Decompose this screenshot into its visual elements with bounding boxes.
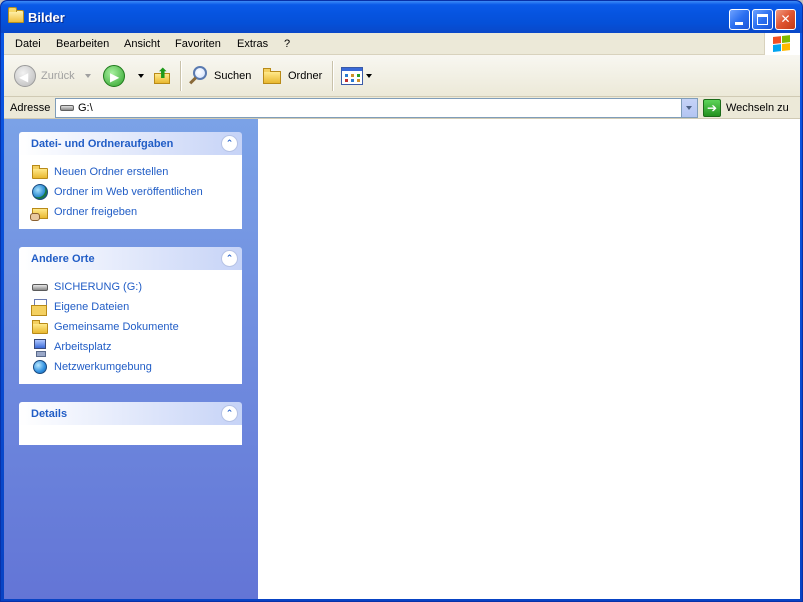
group-header[interactable]: Details ⌃ [19,402,242,425]
place-shared-documents[interactable]: Gemeinsame Dokumente [20,317,241,337]
maximize-icon [757,14,768,25]
task-label: SICHERUNG (G:) [54,281,142,293]
file-list-area[interactable] [258,119,800,599]
my-documents-icon [31,299,48,316]
search-icon [188,65,210,87]
address-input[interactable]: G:\ [55,98,698,118]
maximize-button[interactable] [752,9,773,30]
group-title: Datei- und Ordneraufgaben [31,138,174,150]
place-sicherung-drive[interactable]: SICHERUNG (G:) [20,277,241,297]
close-button[interactable]: ✕ [775,9,796,30]
menu-bar: Datei Bearbeiten Ansicht Favoriten Extra… [4,33,800,55]
views-dropdown-icon[interactable] [366,74,372,78]
place-my-documents[interactable]: Eigene Dateien [20,297,241,317]
share-folder-icon [30,204,48,221]
back-label: Zurück [41,70,75,82]
folder-icon [32,319,48,335]
toolbar: ◀ Zurück ▶ ⬆ Suchen Ordner [4,55,800,97]
menu-bearbeiten[interactable]: Bearbeiten [56,38,109,50]
place-my-computer[interactable]: Arbeitsplatz [20,337,241,357]
globe-icon [32,184,48,200]
search-button[interactable]: Suchen [188,64,251,88]
address-dropdown-button[interactable] [681,99,697,117]
minimize-button[interactable] [729,9,750,30]
folders-button[interactable]: Ordner [261,64,322,88]
group-body: SICHERUNG (G:) Eigene Dateien Gemeinsame… [19,270,242,384]
collapse-icon[interactable]: ⌃ [221,405,238,422]
group-title: Details [31,408,68,420]
minimize-icon [735,22,743,25]
new-folder-icon [32,164,48,180]
search-label: Suchen [214,70,252,82]
network-icon [32,359,48,375]
address-label: Adresse [10,102,51,114]
menu-datei[interactable]: Datei [15,38,41,50]
task-label: Arbeitsplatz [54,341,112,353]
other-places-group: Andere Orte ⌃ SICHERUNG (G:) Eigene Date… [19,247,242,384]
back-dropdown-icon[interactable] [84,74,91,78]
content-area: Datei- und Ordneraufgaben ⌃ Neuen Ordner… [4,119,800,599]
windows-flag-icon [773,35,791,53]
folder-up-icon: ⬆ [152,65,172,86]
title-bar[interactable]: Bilder ✕ [1,1,802,33]
close-icon: ✕ [780,12,791,26]
go-button[interactable]: ➔ Wechseln zu [703,98,789,118]
task-publish-web[interactable]: Ordner im Web veröffentlichen [20,182,241,202]
folder-icon [8,7,24,23]
file-folder-tasks-group: Datei- und Ordneraufgaben ⌃ Neuen Ordner… [19,132,242,229]
forward-dropdown-icon[interactable] [138,74,144,78]
window-title: Bilder [28,10,65,25]
drive-icon [60,105,74,111]
details-group: Details ⌃ [19,402,242,445]
folders-label: Ordner [288,70,323,82]
task-label: Gemeinsame Dokumente [54,321,179,333]
forward-button[interactable]: ▶ [103,64,144,88]
group-header[interactable]: Andere Orte ⌃ [19,247,242,270]
menu-help[interactable]: ? [284,38,290,50]
back-arrow-icon: ◀ [14,65,36,87]
task-label: Eigene Dateien [54,301,130,313]
toolbar-separator [332,61,333,91]
toolbar-separator [180,61,181,91]
forward-arrow-icon: ▶ [103,65,125,87]
collapse-icon[interactable]: ⌃ [221,250,238,267]
windows-logo [764,33,800,55]
menu-extras[interactable]: Extras [237,38,268,50]
menu-ansicht[interactable]: Ansicht [124,38,160,50]
chevron-down-icon [686,106,692,110]
views-icon [341,67,363,85]
back-button[interactable]: ◀ Zurück [14,64,91,88]
group-body: Neuen Ordner erstellen Ordner im Web ver… [19,155,242,229]
task-new-folder[interactable]: Neuen Ordner erstellen [20,162,241,182]
folders-icon [261,65,283,87]
up-button[interactable]: ⬆ [152,64,172,88]
task-label: Neuen Ordner erstellen [54,166,169,178]
address-bar: Adresse G:\ ➔ Wechseln zu [4,97,800,119]
group-body [19,425,242,445]
address-value: G:\ [78,102,93,114]
task-share-folder[interactable]: Ordner freigeben [20,202,241,222]
group-header[interactable]: Datei- und Ordneraufgaben ⌃ [19,132,242,155]
explorer-window: Bilder ✕ Datei Bearbeiten Ansicht Favori… [0,0,803,602]
go-label: Wechseln zu [726,102,789,114]
task-label: Ordner im Web veröffentlichen [54,186,203,198]
go-arrow-icon: ➔ [703,99,721,117]
menu-favoriten[interactable]: Favoriten [175,38,221,50]
task-pane: Datei- und Ordneraufgaben ⌃ Neuen Ordner… [4,119,258,599]
collapse-icon[interactable]: ⌃ [221,135,238,152]
task-label: Ordner freigeben [54,206,138,218]
drive-icon [32,279,48,295]
task-label: Netzwerkumgebung [54,361,152,373]
place-network[interactable]: Netzwerkumgebung [20,357,241,377]
views-button[interactable] [341,64,372,88]
computer-icon [32,339,48,357]
group-title: Andere Orte [31,253,95,265]
